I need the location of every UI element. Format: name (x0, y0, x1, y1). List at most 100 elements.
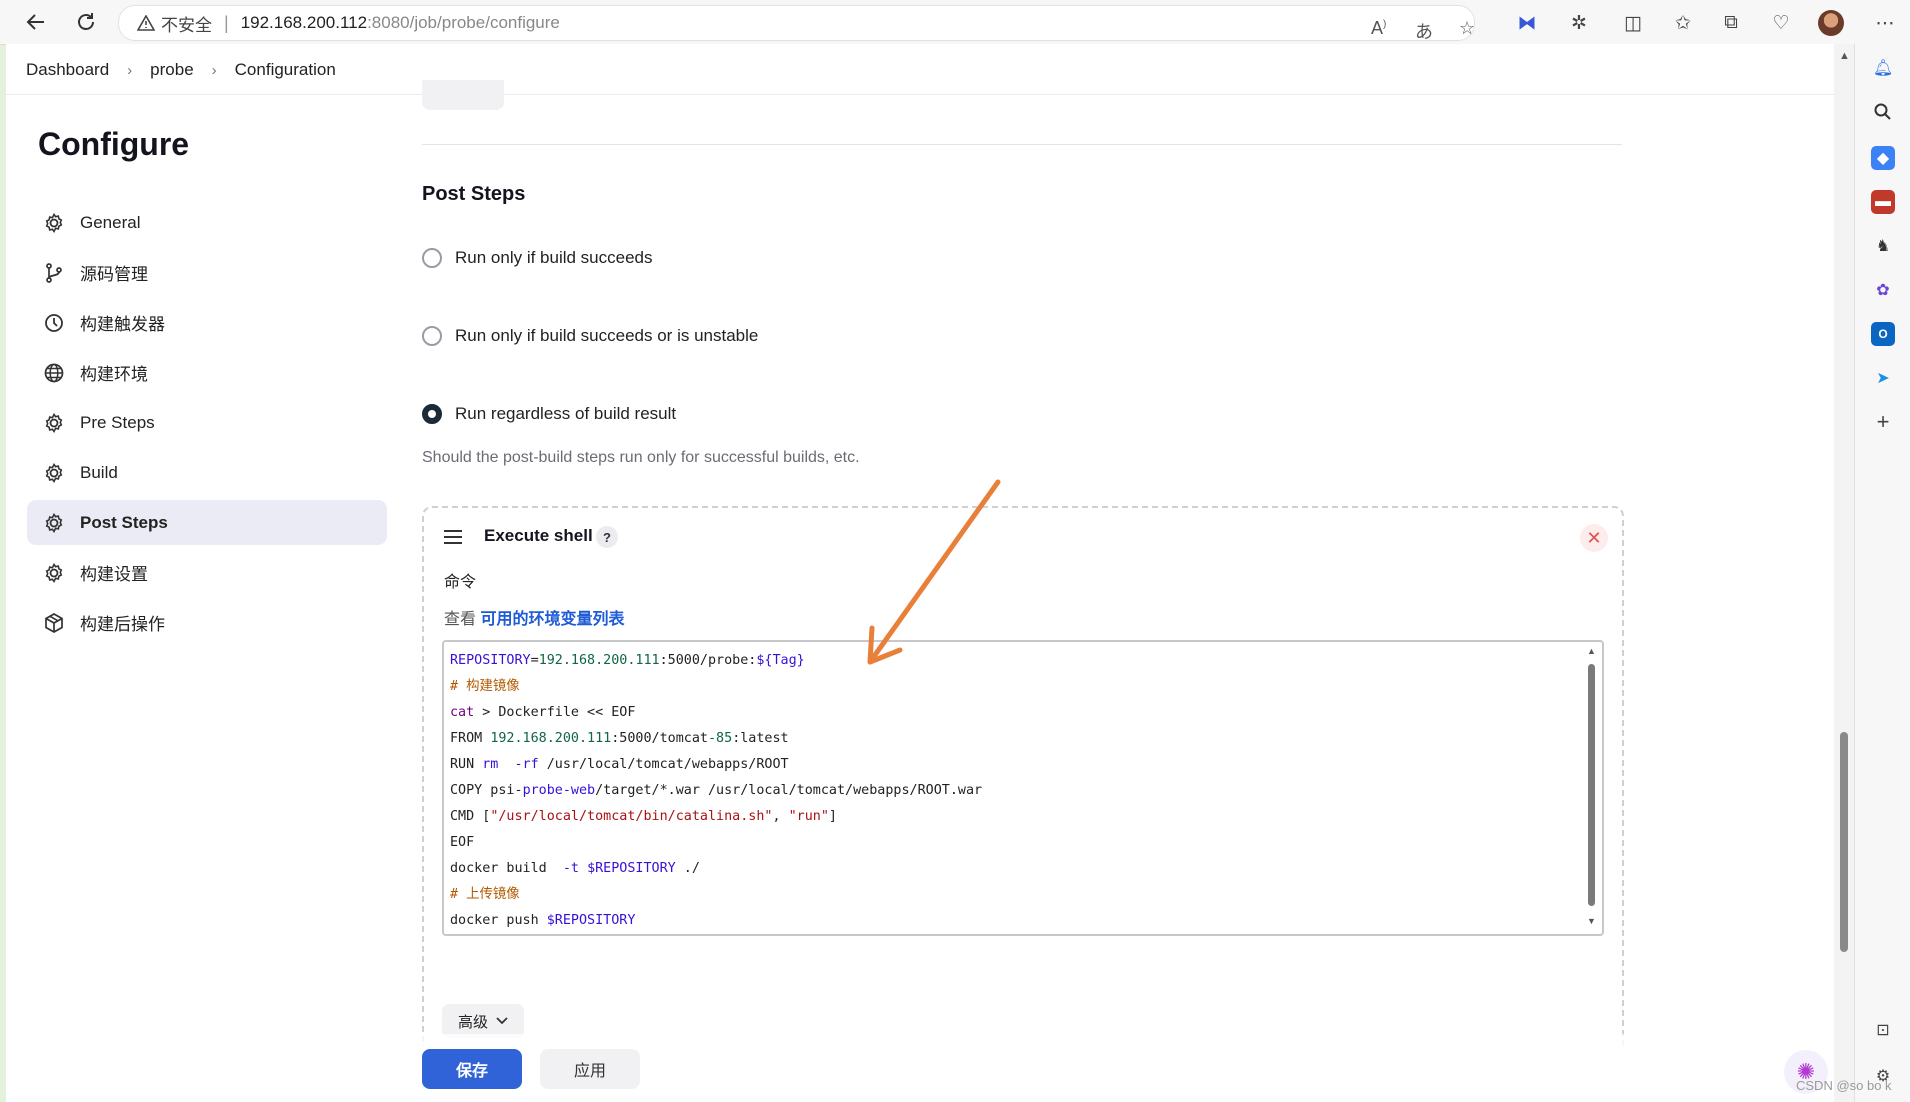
section-title-post-steps: Post Steps (422, 183, 526, 205)
copilot-icon[interactable]: ✿ (1871, 278, 1895, 302)
sidebar-item-构建设置[interactable]: 构建设置 (27, 550, 387, 595)
radio-label: Run only if build succeeds (455, 248, 653, 267)
env-vars-line: 查看 可用的环境变量列表 (444, 605, 624, 629)
gear-icon (42, 411, 66, 435)
radio-label: Run regardless of build result (455, 404, 677, 423)
add-icon[interactable]: + (1871, 409, 1895, 434)
url-text[interactable]: 192.168.200.112:8080/job/probe/configure (241, 13, 560, 33)
security-label: 不安全 (161, 15, 212, 35)
read-aloud-icon[interactable]: A) (1371, 18, 1386, 39)
branch-icon (42, 261, 66, 285)
favorites-icon[interactable]: ✩ (1670, 10, 1696, 36)
shopping-tag-icon[interactable]: ◆ (1871, 146, 1895, 170)
advanced-button[interactable]: 高级 (442, 1004, 524, 1038)
breadcrumb-bar: Dashboard › probe › Configuration (6, 44, 1834, 95)
chevron-down-icon (496, 1017, 508, 1025)
sidebar-item-label: Build (80, 462, 118, 482)
breadcrumb: Dashboard › probe › Configuration (26, 60, 336, 80)
textarea-scroll-thumb[interactable] (1588, 664, 1595, 906)
post-steps-help-text: Should the post-build steps run only for… (422, 449, 860, 466)
sidebar-item-构建环境[interactable]: 构建环境 (27, 350, 387, 395)
command-label: 命令 (444, 574, 477, 591)
collapsed-section-button[interactable] (422, 80, 504, 110)
screenshot-icon[interactable]: ⊡ (1871, 1018, 1895, 1042)
close-icon[interactable]: ✕ (1580, 524, 1608, 552)
radio-option-success-or-unstable[interactable]: Run only if build succeeds or is unstabl… (422, 326, 758, 346)
browser-essentials-icon[interactable]: ♡ (1768, 10, 1794, 36)
gear-icon (42, 461, 66, 485)
clock-icon (42, 311, 66, 335)
address-bar[interactable]: 不安全 | 192.168.200.112:8080/job/probe/con… (118, 5, 1475, 44)
sidebar-item-构建触发器[interactable]: 构建触发器 (27, 300, 387, 345)
page-scrollbar[interactable]: ▲ (1834, 44, 1854, 1102)
notification-bell-icon[interactable]: 🔔︎ (1871, 56, 1895, 80)
save-button[interactable]: 保存 (422, 1049, 522, 1089)
resize-grip-icon[interactable]: ▼ (1587, 916, 1596, 926)
section-divider (422, 144, 1622, 145)
browser-toolbar: 不安全 | 192.168.200.112:8080/job/probe/con… (0, 0, 1910, 45)
watermark-text: CSDN @so bo k (1796, 1078, 1892, 1093)
more-options-icon[interactable]: ⋯ (1872, 10, 1898, 36)
sidebar-item-label: 构建设置 (80, 565, 148, 584)
page-left-accent (0, 44, 6, 1102)
breadcrumb-dashboard[interactable]: Dashboard (26, 60, 109, 80)
apply-button[interactable]: 应用 (540, 1049, 640, 1089)
radio-option-regardless[interactable]: Run regardless of build result (422, 404, 676, 424)
sidebar-item-post-steps[interactable]: Post Steps (27, 500, 387, 545)
tools-briefcase-icon[interactable]: ▬ (1871, 190, 1895, 214)
url-path: :8080/job/probe/configure (367, 13, 560, 32)
games-chess-icon[interactable]: ♞ (1871, 234, 1895, 258)
not-secure-indicator[interactable]: 不安全 (137, 11, 212, 36)
sidebar-item-label: 构建环境 (80, 365, 148, 384)
command-code[interactable]: REPOSITORY=192.168.200.111:5000/probe:${… (450, 648, 982, 934)
send-plane-icon[interactable]: ➤ (1871, 366, 1895, 390)
split-screen-icon[interactable]: ⧓ (1514, 10, 1540, 36)
command-textarea[interactable]: REPOSITORY=192.168.200.111:5000/probe:${… (442, 640, 1604, 936)
help-icon[interactable]: ? (596, 526, 618, 548)
radio-button[interactable] (422, 248, 442, 268)
favorite-star-icon[interactable]: ☆ (1459, 18, 1475, 39)
split-view-icon[interactable]: ◫ (1620, 10, 1646, 36)
globe-icon (42, 361, 66, 385)
profile-avatar[interactable] (1818, 10, 1844, 36)
sidebar-item-源码管理[interactable]: 源码管理 (27, 250, 387, 295)
extensions-icon[interactable]: ✲ (1566, 10, 1592, 36)
drag-handle-icon[interactable] (444, 530, 462, 548)
advanced-label: 高级 (457, 1013, 488, 1031)
sidebar-item-label: 源码管理 (80, 265, 148, 284)
chevron-right-icon: › (127, 61, 133, 79)
back-arrow-icon[interactable] (22, 8, 50, 36)
sidebar-item-label: Post Steps (80, 512, 168, 532)
search-icon[interactable] (1871, 100, 1895, 124)
collections-icon[interactable]: ⧉ (1718, 10, 1744, 36)
textarea-scrollbar[interactable]: ▲ ▼ (1586, 646, 1598, 930)
sidebar-item-label: 构建后操作 (80, 615, 165, 634)
radio-button-checked[interactable] (422, 404, 442, 424)
radio-label: Run only if build succeeds or is unstabl… (455, 326, 759, 345)
scroll-up-arrow-icon[interactable]: ▲ (1839, 50, 1850, 62)
breadcrumb-configuration[interactable]: Configuration (235, 60, 336, 80)
sidebar-item-构建后操作[interactable]: 构建后操作 (27, 600, 387, 645)
execute-shell-title: Execute shell (484, 526, 593, 545)
address-separator: | (224, 12, 229, 33)
gear-icon (42, 561, 66, 585)
radio-button[interactable] (422, 326, 442, 346)
env-vars-link[interactable]: 可用的环境变量列表 (480, 611, 624, 628)
refresh-icon[interactable] (72, 8, 100, 36)
radio-option-success[interactable]: Run only if build succeeds (422, 248, 653, 268)
sidebar-item-label: Pre Steps (80, 412, 155, 432)
translate-icon[interactable]: あ (1415, 18, 1433, 44)
page-title: Configure (38, 126, 190, 162)
sidebar-item-label: 构建触发器 (80, 315, 165, 334)
sidebar-item-build[interactable]: Build (27, 450, 387, 495)
sidebar-item-label: General (80, 212, 141, 232)
scroll-up-arrow-icon[interactable]: ▲ (1587, 646, 1596, 656)
sidebar-item-pre-steps[interactable]: Pre Steps (27, 400, 387, 445)
breadcrumb-probe[interactable]: probe (150, 60, 193, 80)
form-button-bar (6, 1034, 1834, 1102)
sidebar-item-general[interactable]: General (27, 200, 387, 245)
warning-icon (137, 15, 155, 31)
gear-icon (42, 511, 66, 535)
outlook-icon[interactable]: O (1871, 322, 1895, 346)
page-scroll-thumb[interactable] (1840, 732, 1848, 952)
